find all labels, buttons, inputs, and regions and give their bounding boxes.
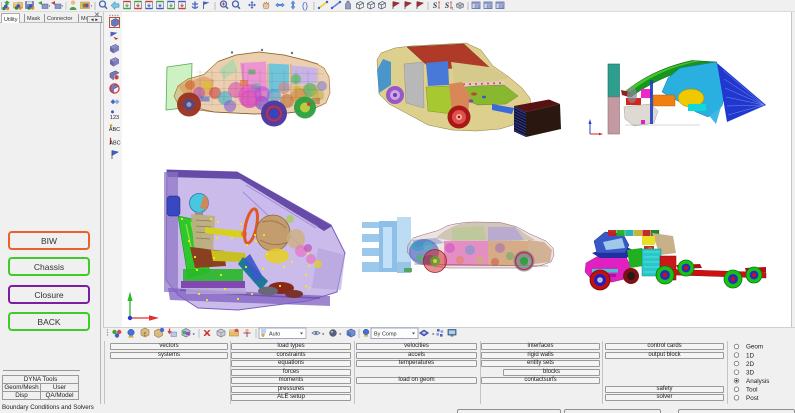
svg-text:2D: 2D	[746, 361, 755, 368]
svg-text:3D: 3D	[746, 369, 755, 376]
svg-text:By Comp: By Comp	[374, 332, 397, 338]
svg-text:Analysis: Analysis	[746, 378, 769, 385]
svg-text:1D: 1D	[746, 352, 755, 359]
svg-text:Auto: Auto	[269, 332, 280, 338]
svg-text:Geom: Geom	[746, 344, 763, 351]
svg-text:E: E	[143, 332, 146, 337]
svg-text:Tool: Tool	[746, 386, 758, 393]
svg-text:Post: Post	[746, 395, 759, 402]
